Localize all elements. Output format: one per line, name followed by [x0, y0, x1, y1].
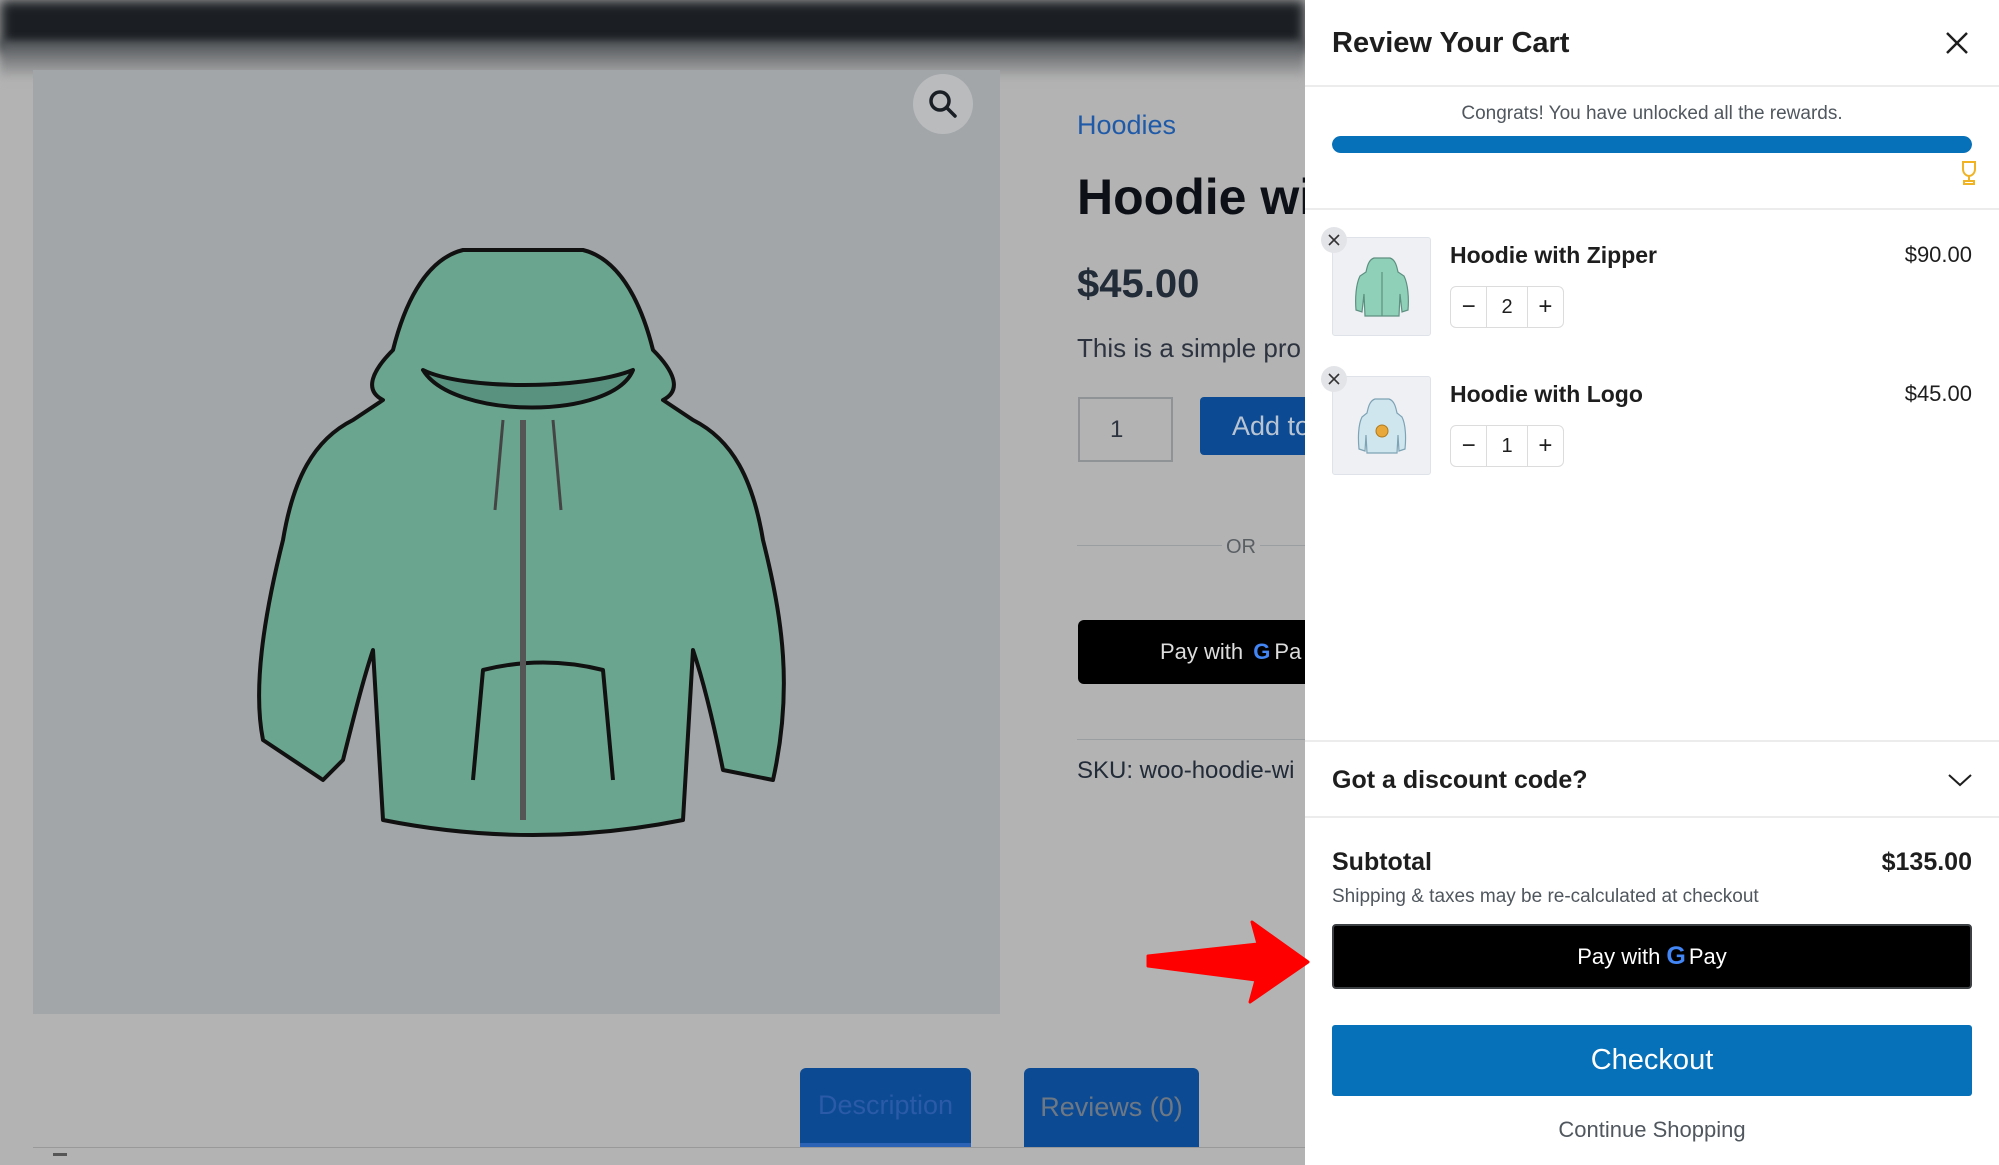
or-divider — [1077, 545, 1305, 546]
hoodie-logo-image — [1357, 397, 1406, 454]
decrease-quantity-button[interactable]: − — [1451, 287, 1486, 327]
cart-item: Hoodie with Logo $45.00 − 1 + — [1305, 366, 1999, 496]
product-short-description: This is a simple pro — [1077, 333, 1301, 363]
annotation-arrow-icon — [1146, 920, 1310, 1004]
decorative-dash — [53, 1153, 67, 1156]
gallery-zoom-button[interactable] — [913, 74, 973, 134]
item-name[interactable]: Hoodie with Logo — [1450, 381, 1643, 408]
trophy-icon — [1962, 161, 1976, 185]
item-price: $90.00 — [1904, 242, 1972, 267]
item-name[interactable]: Hoodie with Zipper — [1450, 242, 1657, 269]
tab-description[interactable]: Description — [800, 1068, 971, 1147]
remove-item-button[interactable] — [1321, 227, 1347, 253]
product-price: $45.00 — [1077, 262, 1200, 306]
shipping-note: Shipping & taxes may be re-calculated at… — [1332, 886, 1759, 907]
increase-quantity-button[interactable]: + — [1528, 426, 1563, 466]
gpay-pay-text: Pa — [1274, 639, 1302, 664]
google-g-icon: G — [1666, 942, 1686, 970]
product-gpay-button[interactable]: Pay with G Pa — [1078, 620, 1318, 684]
subtotal-value: $135.00 — [1881, 848, 1972, 876]
subtotal-label: Subtotal — [1332, 848, 1432, 876]
item-price: $45.00 — [1904, 381, 1972, 406]
tabs-divider — [33, 1147, 1305, 1148]
hoodie-zipper-thumbnail[interactable] — [1332, 237, 1431, 336]
side-cart-panel: Review Your Cart Congrats! You have unlo… — [1305, 0, 1999, 1165]
category-link[interactable]: Hoodies — [1077, 110, 1176, 141]
discount-code-toggle[interactable]: Got a discount code? — [1305, 740, 1999, 818]
rewards-progress-fill — [1332, 136, 1972, 153]
search-icon — [929, 90, 957, 118]
gpay-label: Pay with — [1160, 639, 1244, 664]
gpay-button[interactable]: Pay with G Pay — [1332, 924, 1972, 989]
hoodie-logo-thumbnail[interactable] — [1332, 376, 1431, 475]
discount-label: Got a discount code? — [1332, 766, 1588, 794]
rewards-message: Congrats! You have unlocked all the rewa… — [1461, 103, 1843, 124]
product-title: Hoodie wi — [1077, 169, 1314, 225]
checkout-button[interactable]: Checkout — [1332, 1025, 1972, 1096]
gpay-prefix: Pay with — [1577, 943, 1661, 969]
rewards-progress-bar — [1332, 136, 1972, 153]
increase-quantity-button[interactable]: + — [1528, 287, 1563, 327]
remove-item-button[interactable] — [1321, 366, 1347, 392]
product-quantity-input[interactable]: 1 — [1078, 397, 1173, 462]
close-icon — [1946, 32, 1968, 54]
rewards-section: Congrats! You have unlocked all the rewa… — [1305, 87, 1999, 210]
close-icon — [1328, 234, 1340, 246]
continue-shopping-link[interactable]: Continue Shopping — [1305, 1117, 1999, 1143]
close-cart-button[interactable] — [1940, 26, 1974, 60]
product-gallery — [33, 70, 1000, 1014]
product-image-hoodie — [257, 248, 786, 837]
decrease-quantity-button[interactable]: − — [1451, 426, 1486, 466]
tab-reviews[interactable]: Reviews (0) — [1024, 1068, 1199, 1147]
gpay-pay-text: Pay — [1688, 943, 1727, 969]
google-g-icon: G — [1253, 639, 1271, 664]
cart-title: Review Your Cart — [1332, 27, 1570, 59]
sku-divider — [1077, 739, 1305, 740]
hoodie-zipper-image — [1354, 256, 1409, 317]
quantity-stepper: − 2 + — [1450, 286, 1564, 328]
quantity-value[interactable]: 2 — [1486, 287, 1528, 327]
chevron-down-icon — [1948, 774, 1972, 787]
product-sku: SKU: woo-hoodie-wi — [1077, 757, 1295, 784]
cart-header: Review Your Cart — [1305, 0, 1999, 87]
cart-item: Hoodie with Zipper $90.00 − 2 + — [1305, 227, 1999, 357]
quantity-stepper: − 1 + — [1450, 425, 1564, 467]
or-label: OR — [1222, 536, 1260, 559]
close-icon — [1328, 373, 1340, 385]
quantity-value[interactable]: 1 — [1486, 426, 1528, 466]
